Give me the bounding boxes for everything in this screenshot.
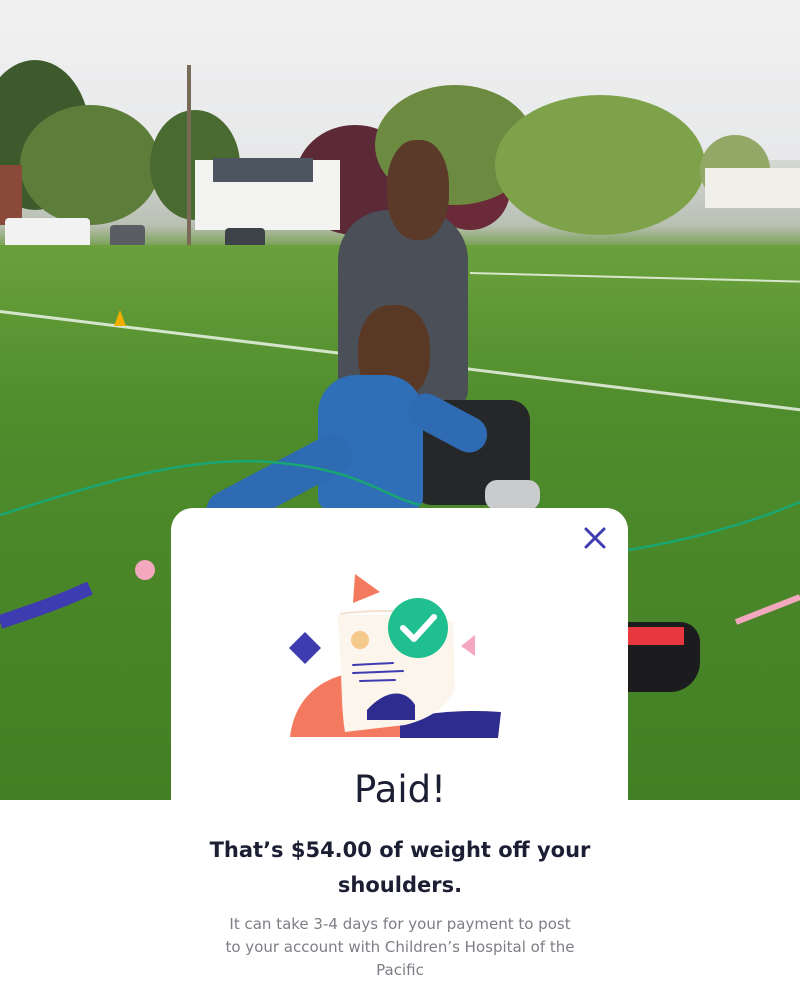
car [110,225,145,247]
tree [20,105,160,225]
utility-pole [187,65,191,255]
house-roof [213,158,313,182]
shoe-stripe [628,627,684,645]
close-button[interactable] [579,522,611,554]
cone-icon [114,310,126,326]
man-head [387,140,449,240]
payment-amount-headline: That’s $54.00 of weight off your shoulde… [209,838,591,897]
payment-posting-note: It can take 3-4 days for your payment to… [225,915,575,979]
man-sock [485,480,540,510]
house [0,165,22,225]
close-icon [584,527,606,549]
house [705,168,800,208]
paid-receipt-illustration [289,574,501,738]
modal-title: Paid! [354,768,446,811]
tree [495,95,705,235]
